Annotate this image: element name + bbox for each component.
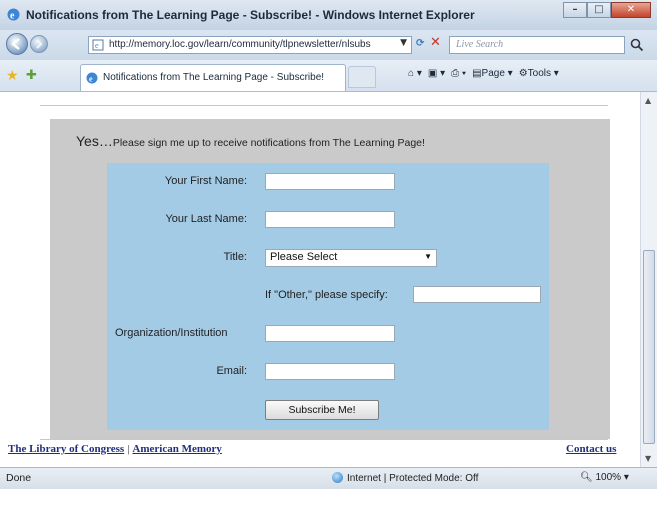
organization-input[interactable] <box>265 325 395 342</box>
form-heading-text: Please sign me up to receive notificatio… <box>112 137 425 149</box>
form-heading-yes: Yes… <box>76 133 113 149</box>
home-icon[interactable]: ⌂ ▾ <box>408 68 422 79</box>
maximize-icon: □ <box>594 4 604 15</box>
footer-separator: | <box>127 443 130 455</box>
address-toolbar: e http://memory.loc.gov/learn/community/… <box>0 30 657 60</box>
page-menu[interactable]: ▤ Page ▾ <box>472 68 513 79</box>
feeds-icon[interactable]: ▣ ▾ <box>428 68 445 79</box>
other-title-input[interactable] <box>413 286 541 303</box>
tools-menu[interactable]: ⚙ Tools ▾ <box>519 68 559 79</box>
address-dropdown-icon[interactable]: ▼ <box>400 38 407 48</box>
last-name-input[interactable] <box>265 211 395 228</box>
tab-label: Notifications from The Learning Page - S… <box>103 72 325 83</box>
american-memory-link[interactable]: American Memory <box>132 443 222 455</box>
contact-us-link[interactable]: Contact us <box>566 443 616 455</box>
print-icon[interactable]: ⎙ ▾ <box>451 68 466 79</box>
stop-icon[interactable]: ✕ <box>430 35 441 50</box>
zoom-icon: 🔍︎ <box>580 472 596 483</box>
email-input[interactable] <box>265 363 395 380</box>
page-menu-label: Page <box>481 68 505 79</box>
form-heading: Yes…Please sign me up to receive notific… <box>76 133 425 149</box>
last-name-label: Your Last Name: <box>165 213 247 225</box>
minimize-button[interactable]: – <box>563 2 587 18</box>
first-name-input[interactable] <box>265 173 395 190</box>
page-icon: e <box>92 39 104 51</box>
window-title: Notifications from The Learning Page - S… <box>26 8 475 22</box>
forward-button[interactable] <box>30 35 48 53</box>
tools-menu-label: Tools <box>527 68 552 79</box>
close-icon: ✕ <box>626 4 636 15</box>
svg-text:e: e <box>89 75 93 84</box>
command-bar: ⌂ ▾ ▣ ▾ ⎙ ▾ ▤ Page ▾ ⚙ Tools ▾ <box>408 68 559 79</box>
tab-page-icon: e <box>86 72 98 84</box>
security-zone-text: Internet | Protected Mode: Off <box>347 473 479 484</box>
scroll-down-icon[interactable]: ▼ <box>645 454 651 463</box>
svg-text:e: e <box>10 11 15 22</box>
globe-icon <box>332 472 343 483</box>
scroll-up-icon[interactable]: ▲ <box>645 96 651 105</box>
title-select[interactable]: Please Select ▼ <box>265 249 437 267</box>
title-label: Title: <box>223 251 247 263</box>
search-input[interactable]: Live Search <box>449 36 625 54</box>
status-bar: Done Internet | Protected Mode: Off 🔍︎ 1… <box>0 467 657 489</box>
close-button[interactable]: ✕ <box>611 2 651 18</box>
subscribe-button[interactable]: Subscribe Me! <box>265 400 379 420</box>
search-placeholder: Live Search <box>456 39 504 50</box>
maximize-button[interactable]: □ <box>587 2 611 18</box>
window-controls: – □ ✕ <box>563 2 651 20</box>
zoom-control[interactable]: 🔍︎ 100% ▾ <box>580 472 629 483</box>
library-of-congress-link[interactable]: The Library of Congress <box>8 443 124 455</box>
status-text: Done <box>6 472 32 484</box>
new-tab-button[interactable] <box>348 66 376 88</box>
top-divider <box>40 105 608 106</box>
page-menu-icon: ▤ <box>472 68 482 79</box>
minimize-icon: – <box>572 4 578 15</box>
refresh-icon[interactable]: ⟳ <box>416 38 424 49</box>
title-select-value: Please Select <box>270 251 338 263</box>
svg-text:e: e <box>95 41 99 50</box>
url-text[interactable]: http://memory.loc.gov/learn/community/tl… <box>109 39 371 50</box>
back-arrow-icon <box>11 38 20 50</box>
address-bar[interactable]: e http://memory.loc.gov/learn/community/… <box>88 36 412 54</box>
organization-label: Organization/Institution <box>115 327 228 339</box>
bottom-edge <box>0 489 657 512</box>
tools-menu-icon: ⚙ <box>518 68 528 79</box>
title-bar: e Notifications from The Learning Page -… <box>0 0 657 31</box>
form-fields-panel: Your First Name: Your Last Name: Title: … <box>107 163 549 430</box>
back-button[interactable] <box>6 33 28 55</box>
first-name-label: Your First Name: <box>164 175 247 187</box>
select-arrow-icon: ▼ <box>424 252 432 261</box>
vertical-scrollbar[interactable]: ▲ ▼ <box>640 92 657 467</box>
subscribe-form-panel: Yes…Please sign me up to receive notific… <box>50 119 610 439</box>
bottom-divider <box>40 439 608 440</box>
add-favorites-icon[interactable]: ✚ <box>26 68 37 83</box>
search-icon[interactable] <box>630 38 644 52</box>
zoom-level: 100% <box>595 472 622 483</box>
footer-links: The Library of Congress | American Memory <box>8 443 222 455</box>
ie-logo-icon: e <box>7 8 20 22</box>
email-label: Email: <box>216 365 247 377</box>
other-title-label: If "Other," please specify: <box>265 289 388 301</box>
browser-window: e Notifications from The Learning Page -… <box>0 0 657 512</box>
security-zone[interactable]: Internet | Protected Mode: Off <box>332 472 478 484</box>
tab-active[interactable]: e Notifications from The Learning Page -… <box>80 64 346 91</box>
page-content: Yes…Please sign me up to receive notific… <box>0 92 640 467</box>
tab-toolbar: ★ ✚ e Notifications from The Learning Pa… <box>0 60 657 92</box>
scroll-thumb[interactable] <box>643 250 655 444</box>
forward-arrow-icon <box>36 39 43 49</box>
favorites-star-icon[interactable]: ★ <box>6 68 19 84</box>
